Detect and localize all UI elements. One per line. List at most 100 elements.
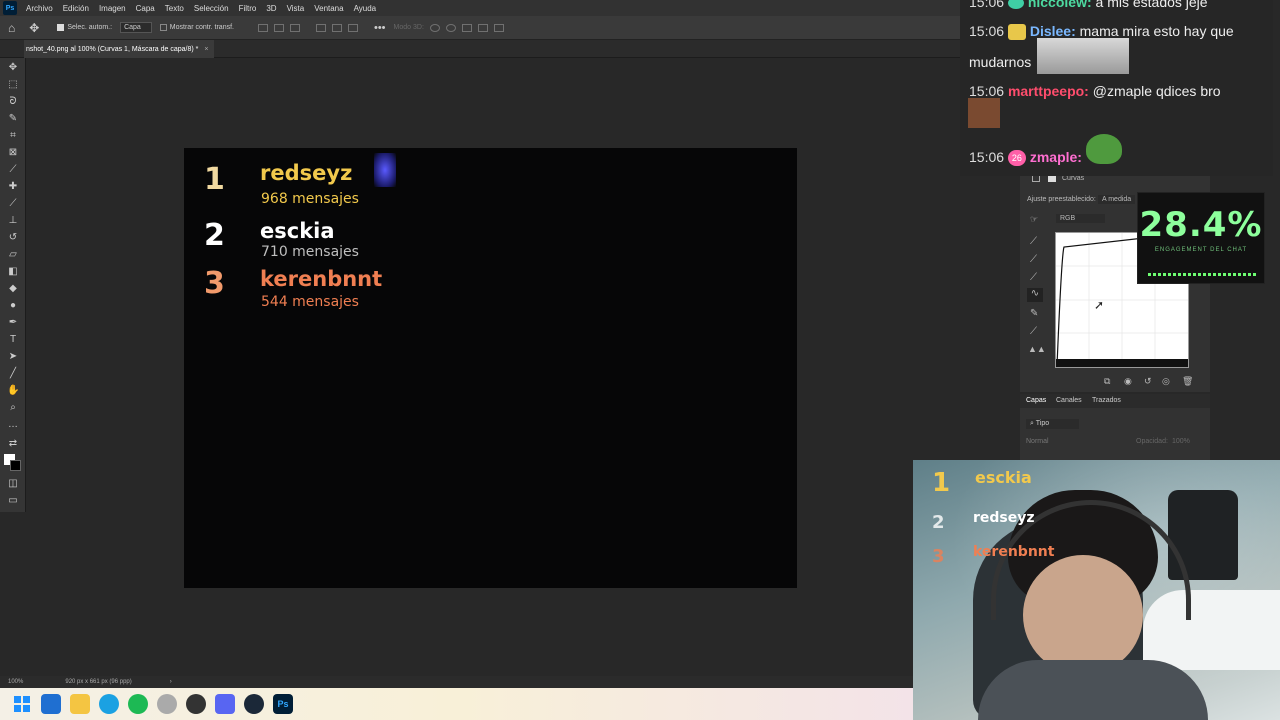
channel-dropdown[interactable]: RGB xyxy=(1056,214,1106,223)
preset-dropdown[interactable]: A medida xyxy=(1098,195,1136,204)
zoom-tool-icon[interactable]: ⌕ xyxy=(7,402,19,414)
menu-3d[interactable]: 3D xyxy=(261,4,281,13)
menu-ventana[interactable]: Ventana xyxy=(309,4,348,13)
discord-icon[interactable] xyxy=(215,694,235,714)
gradient-tool-icon[interactable]: ◧ xyxy=(7,266,19,278)
close-tab-icon[interactable]: × xyxy=(204,46,208,53)
orbit-3d-icon[interactable] xyxy=(429,23,440,32)
rank-name-3: kerenbnnt xyxy=(260,267,383,291)
rank-number-1: 1 xyxy=(204,162,225,197)
view-previous-icon[interactable]: ◉ xyxy=(1124,376,1132,387)
align-middle-icon[interactable] xyxy=(331,23,342,32)
brush-tool-icon[interactable]: ⟋ xyxy=(7,198,19,210)
auto-select-checkbox[interactable] xyxy=(57,24,65,31)
swap-colors-icon[interactable]: ⇄ xyxy=(7,438,19,450)
menu-texto[interactable]: Texto xyxy=(160,4,189,13)
menu-capa[interactable]: Capa xyxy=(131,4,160,13)
menu-filtro[interactable]: Filtro xyxy=(234,4,262,13)
windows-start-icon[interactable] xyxy=(12,694,32,714)
align-top-icon[interactable] xyxy=(315,23,326,32)
document-canvas[interactable]: 1 redseyz 968 mensajes 2 esckia 710 mens… xyxy=(184,148,797,588)
quick-mask-icon[interactable]: ◫ xyxy=(7,478,19,490)
hand-tool-icon[interactable]: ✋ xyxy=(7,385,19,397)
tab-capas[interactable]: Capas xyxy=(1026,397,1046,404)
obs-icon[interactable] xyxy=(186,694,206,714)
menu-ayuda[interactable]: Ayuda xyxy=(349,4,382,13)
align-center-icon[interactable] xyxy=(273,23,284,32)
lasso-tool-icon[interactable]: ᘐ xyxy=(7,96,19,108)
stream-chat-overlay: 15:06 niccolew: a mis estados jeje 15:06… xyxy=(960,0,1273,176)
rank-name-2: esckia xyxy=(260,219,335,243)
reset-icon[interactable]: ↺ xyxy=(1144,376,1152,387)
home-icon[interactable]: ⌂ xyxy=(8,21,15,35)
smooth-curve-icon[interactable]: ⟋ xyxy=(1030,326,1037,337)
delete-trash-icon[interactable]: 🗑 xyxy=(1182,376,1193,387)
screen-mode-icon[interactable]: ▭ xyxy=(7,495,19,507)
menu-archivo[interactable]: Archivo xyxy=(21,4,58,13)
curve-edit-icon[interactable]: ∿ xyxy=(1027,288,1043,302)
align-right-icon[interactable] xyxy=(289,23,300,32)
dodge-tool-icon[interactable]: ● xyxy=(7,300,19,312)
store-icon[interactable] xyxy=(41,694,61,714)
eraser-tool-icon[interactable]: ▱ xyxy=(7,249,19,261)
edge-browser-icon[interactable] xyxy=(99,694,119,714)
more-tools-icon[interactable]: … xyxy=(7,419,19,431)
spotify-icon[interactable] xyxy=(128,694,148,714)
blue-light-blur xyxy=(374,153,396,187)
opacity-value[interactable]: 100% xyxy=(1172,438,1190,445)
pencil-draw-icon[interactable]: ✎ xyxy=(1030,308,1038,319)
scale-3d-icon[interactable] xyxy=(493,23,504,32)
background-color-swatch[interactable] xyxy=(10,460,21,471)
more-options-icon[interactable]: ••• xyxy=(374,22,386,34)
clip-to-layer-icon[interactable]: ⧉ xyxy=(1104,376,1110,387)
gray-point-eyedropper-icon[interactable]: ⟋ xyxy=(1030,254,1037,265)
pan-3d-icon[interactable] xyxy=(461,23,472,32)
healing-brush-tool-icon[interactable]: ✚ xyxy=(7,181,19,193)
menu-seleccion[interactable]: Selección xyxy=(189,4,234,13)
visibility-eye-icon[interactable]: ◎ xyxy=(1162,376,1170,387)
document-tab[interactable]: nshot_40.png al 100% (Curvas 1, Máscara … xyxy=(24,40,215,58)
blend-mode-dropdown[interactable]: Normal xyxy=(1026,438,1049,445)
status-arrow-icon[interactable]: › xyxy=(170,679,172,685)
tab-trazados[interactable]: Trazados xyxy=(1092,397,1121,404)
show-transform-label: Mostrar contr. transf. xyxy=(169,24,234,31)
crop-tool-icon[interactable]: ⌗ xyxy=(7,130,19,142)
pen-tool-icon[interactable]: ✒ xyxy=(7,317,19,329)
roll-3d-icon[interactable] xyxy=(445,23,456,32)
photoshop-taskbar-icon[interactable]: Ps xyxy=(273,694,293,714)
menu-edicion[interactable]: Edición xyxy=(58,4,94,13)
blur-tool-icon[interactable]: ◆ xyxy=(7,283,19,295)
slide-3d-icon[interactable] xyxy=(477,23,488,32)
steam-icon[interactable] xyxy=(244,694,264,714)
chat-time: 15:06 xyxy=(969,83,1005,99)
move-tool-icon[interactable]: ✥ xyxy=(7,62,19,74)
path-select-tool-icon[interactable]: ➤ xyxy=(7,351,19,363)
type-tool-icon[interactable]: T xyxy=(7,334,19,346)
quick-select-tool-icon[interactable]: ✎ xyxy=(7,113,19,125)
line-tool-icon[interactable]: ╱ xyxy=(7,368,19,380)
stamp-tool-icon[interactable]: ⊥ xyxy=(7,215,19,227)
auto-select-dropdown[interactable]: Capa xyxy=(120,22,152,33)
tab-canales[interactable]: Canales xyxy=(1056,397,1082,404)
chat-time: 15:06 xyxy=(969,149,1005,165)
menu-imagen[interactable]: Imagen xyxy=(94,4,131,13)
move-tool-icon[interactable]: ✥ xyxy=(29,21,39,35)
auto-adjust-icon[interactable]: ▲▲ xyxy=(1028,344,1046,354)
zoom-level[interactable]: 100% xyxy=(8,679,23,685)
history-brush-tool-icon[interactable]: ↺ xyxy=(7,232,19,244)
eyedropper-tool-icon[interactable]: ⟋ xyxy=(7,164,19,176)
status-bar: 100% 920 px x 661 px (96 ppp) › xyxy=(0,676,913,688)
chat-message-3: 15:06 marttpeepo: @zmaple qdices bro xyxy=(969,83,1221,99)
align-left-icon[interactable] xyxy=(257,23,268,32)
frame-tool-icon[interactable]: ⊠ xyxy=(7,147,19,159)
ccleaner-icon[interactable] xyxy=(157,694,177,714)
white-point-eyedropper-icon[interactable]: ⟋ xyxy=(1030,272,1037,283)
target-adjust-icon[interactable]: ☞ xyxy=(1030,214,1038,225)
layer-filter-dropdown[interactable]: ⌕ Tipo xyxy=(1026,419,1080,429)
file-explorer-icon[interactable] xyxy=(70,694,90,714)
marquee-tool-icon[interactable]: ⬚ xyxy=(7,79,19,91)
black-point-eyedropper-icon[interactable]: ⟋ xyxy=(1030,236,1037,247)
align-bottom-icon[interactable] xyxy=(347,23,358,32)
menu-vista[interactable]: Vista xyxy=(282,4,310,13)
show-transform-checkbox[interactable] xyxy=(159,24,167,31)
